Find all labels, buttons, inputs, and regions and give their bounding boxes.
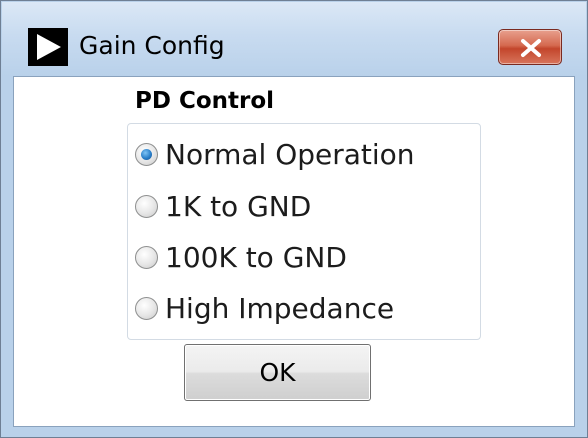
dialog-body: PD Control Normal Operation 1K to GND 10… — [13, 76, 575, 427]
window-title: Gain Config — [79, 31, 225, 60]
radio-button[interactable] — [135, 246, 158, 269]
pd-control-label: PD Control — [135, 88, 275, 114]
radio-label[interactable]: Normal Operation — [165, 136, 415, 174]
ok-button[interactable]: OK — [184, 344, 371, 401]
radio-button[interactable] — [135, 143, 158, 166]
title-bar[interactable]: Gain Config — [2, 2, 586, 76]
radio-button[interactable] — [135, 195, 158, 218]
radio-label[interactable]: High Impedance — [165, 290, 394, 328]
close-x-icon — [521, 39, 541, 57]
play-triangle-icon — [28, 28, 68, 66]
close-button[interactable] — [498, 29, 562, 65]
radio-button[interactable] — [135, 297, 158, 320]
radio-option-1k-to-gnd[interactable]: 1K to GND — [135, 187, 475, 227]
radio-option-normal-operation[interactable]: Normal Operation — [135, 135, 475, 175]
radio-label[interactable]: 100K to GND — [165, 239, 347, 277]
pd-control-radio-group: Normal Operation 1K to GND 100K to GND H… — [127, 123, 481, 340]
radio-label[interactable]: 1K to GND — [165, 188, 311, 226]
radio-option-100k-to-gnd[interactable]: 100K to GND — [135, 238, 475, 278]
radio-option-high-impedance[interactable]: High Impedance — [135, 289, 475, 329]
gain-config-dialog: Gain Config PD Control Normal Operation … — [0, 0, 588, 438]
